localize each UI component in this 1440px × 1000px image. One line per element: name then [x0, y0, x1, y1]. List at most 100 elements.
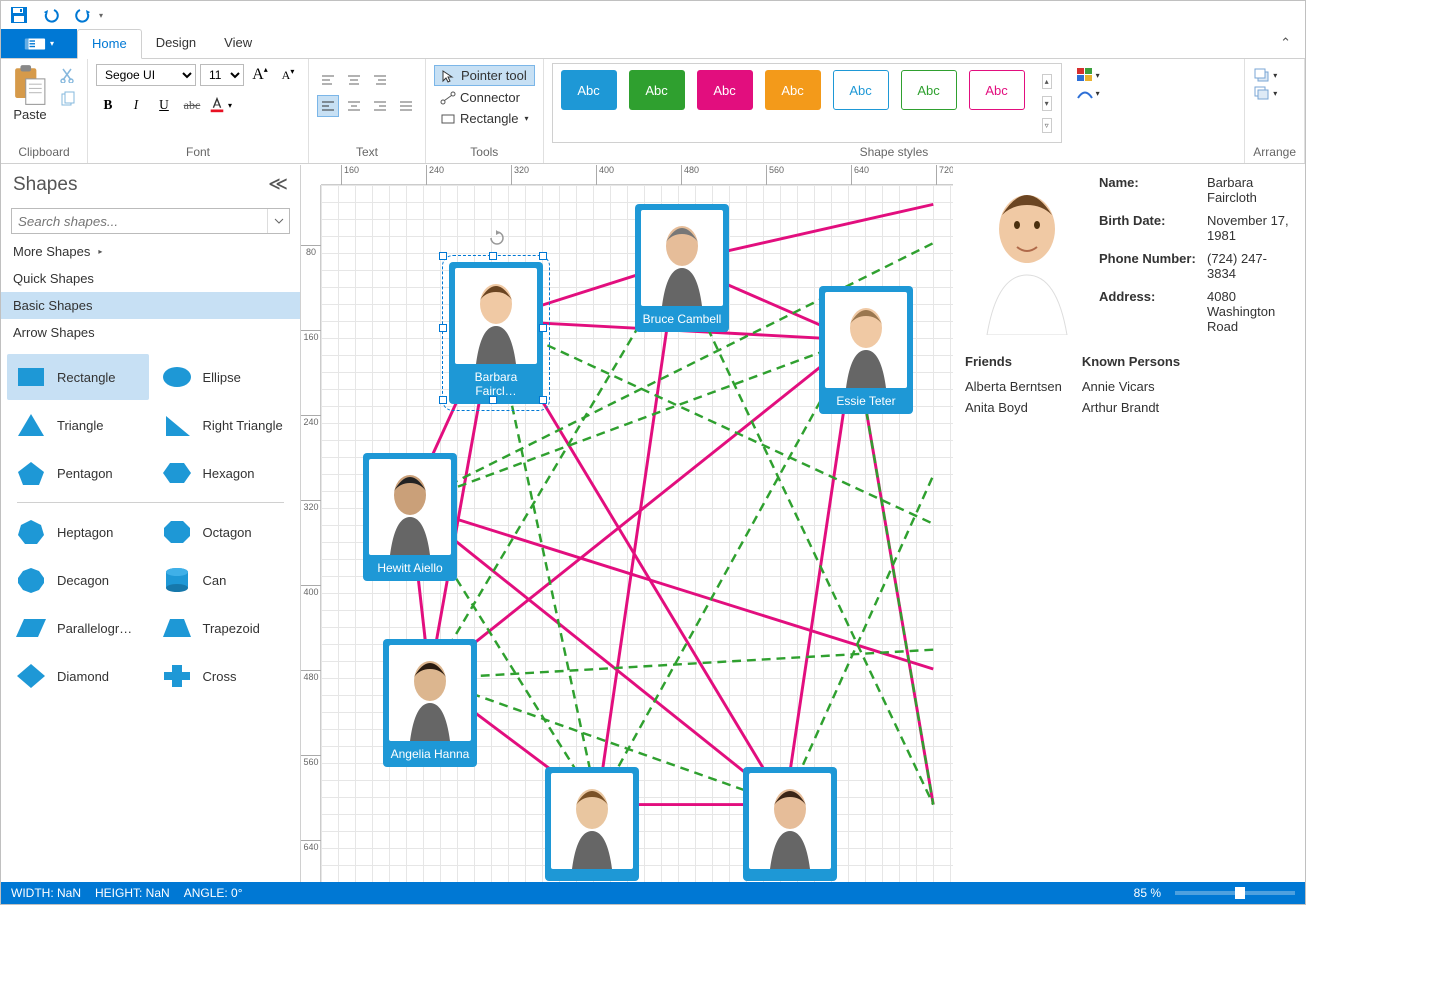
- shapes-search-dropdown[interactable]: [267, 209, 289, 233]
- paste-label: Paste: [13, 107, 46, 122]
- shapes-search-input[interactable]: [12, 209, 267, 233]
- gallery-more-button[interactable]: ▿: [1042, 118, 1052, 133]
- style-swatch-outline-green[interactable]: Abc: [901, 70, 957, 110]
- align-top-center-button[interactable]: [343, 69, 365, 91]
- paste-button[interactable]: Paste: [9, 63, 51, 143]
- grow-font-button[interactable]: A▴: [248, 63, 272, 87]
- align-left-button[interactable]: [317, 95, 339, 117]
- person-card[interactable]: Bruce Cambell: [635, 204, 729, 332]
- style-swatch-outline-magenta[interactable]: Abc: [969, 70, 1025, 110]
- group-text: Text: [309, 59, 426, 163]
- align-top-left-button[interactable]: [317, 69, 339, 91]
- align-center-button[interactable]: [343, 95, 365, 117]
- shape-item-cross[interactable]: Cross: [153, 653, 295, 699]
- font-size-select[interactable]: 11: [200, 64, 244, 86]
- style-swatch-outline-blue[interactable]: Abc: [833, 70, 889, 110]
- shape-item-right-triangle[interactable]: Right Triangle: [153, 402, 295, 448]
- group-label-arrange: Arrange: [1253, 143, 1296, 161]
- shape-item-pentagon[interactable]: Pentagon: [7, 450, 149, 496]
- person-card[interactable]: [545, 767, 639, 881]
- shape-item-trapezoid[interactable]: Trapezoid: [153, 605, 295, 651]
- zoom-slider[interactable]: [1175, 891, 1295, 895]
- shape-item-rectangle[interactable]: Rectangle: [7, 354, 149, 400]
- rectangle-dropdown-icon: ▾: [525, 114, 529, 123]
- friend-item: Alberta Berntsen: [965, 377, 1062, 398]
- pointer-tool-button[interactable]: Pointer tool: [434, 65, 535, 86]
- shape-item-octagon[interactable]: Octagon: [153, 509, 295, 555]
- friend-item: Anita Boyd: [965, 398, 1062, 419]
- person-card[interactable]: Essie Teter: [819, 286, 913, 414]
- fill-color-button[interactable]: ▾: [1076, 67, 1100, 83]
- status-bar: WIDTH: NaN HEIGHT: NaN ANGLE: 0° 85 %: [1, 882, 1305, 904]
- shape-item-triangle[interactable]: Triangle: [7, 402, 149, 448]
- shapes-title: Shapes: [13, 174, 77, 196]
- shrink-font-button[interactable]: A▾: [276, 63, 300, 87]
- group-shape-styles: Abc Abc Abc Abc Abc Abc Abc ▴ ▾ ▿ ▾ ▾ Sh…: [544, 59, 1246, 163]
- strikethrough-button[interactable]: abc: [180, 93, 204, 117]
- shape-item-parallelogr-[interactable]: Parallelogr…: [7, 605, 149, 651]
- style-swatch-magenta[interactable]: Abc: [697, 70, 753, 110]
- align-justify-button[interactable]: [395, 95, 417, 117]
- group-label-text: Text: [317, 143, 417, 161]
- rectangle-tool-button[interactable]: Rectangle ▾: [434, 109, 535, 128]
- shape-category-quick-shapes[interactable]: Quick Shapes: [1, 265, 300, 292]
- gallery-up-button[interactable]: ▴: [1042, 74, 1052, 89]
- connector-tool-button[interactable]: Connector: [434, 88, 535, 107]
- rectangle-tool-label: Rectangle: [460, 111, 519, 126]
- shape-category-arrow-shapes[interactable]: Arrow Shapes: [1, 319, 300, 346]
- pointer-tool-label: Pointer tool: [461, 68, 527, 83]
- underline-button[interactable]: U: [152, 93, 176, 117]
- status-angle: ANGLE: 0°: [184, 886, 243, 900]
- qat-customize-dropdown[interactable]: ▾: [99, 11, 103, 20]
- group-label-shape-styles: Shape styles: [552, 143, 1237, 161]
- details-photo: [965, 175, 1089, 335]
- undo-button[interactable]: [41, 5, 61, 25]
- shape-category-more-shapes[interactable]: More Shapes▸: [1, 238, 300, 265]
- shape-item-diamond[interactable]: Diamond: [7, 653, 149, 699]
- main-area: Shapes ≪ More Shapes▸Quick ShapesBasic S…: [1, 165, 1305, 882]
- group-arrange: ▾ ▾ Arrange: [1245, 59, 1305, 163]
- cut-button[interactable]: [57, 65, 79, 85]
- shape-item-decagon[interactable]: Decagon: [7, 557, 149, 603]
- bring-front-button[interactable]: ▾: [1253, 67, 1296, 83]
- group-tools: Pointer tool Connector Rectangle ▾ Tools: [426, 59, 544, 163]
- shape-category-basic-shapes[interactable]: Basic Shapes: [1, 292, 300, 319]
- font-color-button[interactable]: ▾: [208, 93, 232, 117]
- align-right-button[interactable]: [369, 95, 391, 117]
- italic-button[interactable]: I: [124, 93, 148, 117]
- gallery-down-button[interactable]: ▾: [1042, 96, 1052, 111]
- redo-button[interactable]: [73, 5, 93, 25]
- style-swatch-green[interactable]: Abc: [629, 70, 685, 110]
- send-back-button[interactable]: ▾: [1253, 85, 1296, 101]
- shape-item-ellipse[interactable]: Ellipse: [153, 354, 295, 400]
- save-button[interactable]: [9, 5, 29, 25]
- shape-item-heptagon[interactable]: Heptagon: [7, 509, 149, 555]
- bold-button[interactable]: B: [96, 93, 120, 117]
- known-item: Arthur Brandt: [1082, 398, 1180, 419]
- font-name-select[interactable]: Segoe UI: [96, 64, 196, 86]
- tab-design[interactable]: Design: [142, 29, 210, 58]
- person-card[interactable]: Angelia Hanna: [383, 639, 477, 767]
- ribbon-collapse-button[interactable]: ⌃: [1266, 29, 1305, 58]
- copy-button[interactable]: [57, 89, 79, 109]
- person-card[interactable]: Hewitt Aiello: [363, 453, 457, 581]
- align-top-right-button[interactable]: [369, 69, 391, 91]
- known-heading: Known Persons: [1082, 352, 1180, 373]
- known-item: Annie Vicars: [1082, 377, 1180, 398]
- shape-item-can[interactable]: Can: [153, 557, 295, 603]
- canvas[interactable]: Barbara Faircl… Bruce Cambell Essie Teter H…: [321, 185, 953, 882]
- style-swatch-blue[interactable]: Abc: [561, 70, 617, 110]
- style-swatch-orange[interactable]: Abc: [765, 70, 821, 110]
- connector-tool-label: Connector: [460, 90, 520, 105]
- tab-view[interactable]: View: [210, 29, 266, 58]
- person-card[interactable]: Barbara Faircl…: [449, 262, 543, 404]
- group-font: Segoe UI 11 A▴ A▾ B I U abc ▾ Font: [88, 59, 309, 163]
- line-color-button[interactable]: ▾: [1076, 85, 1100, 101]
- app-button[interactable]: ▾: [1, 29, 77, 58]
- tab-home[interactable]: Home: [77, 29, 142, 59]
- person-card[interactable]: [743, 767, 837, 881]
- group-label-tools: Tools: [434, 143, 535, 161]
- shape-item-hexagon[interactable]: Hexagon: [153, 450, 295, 496]
- ruler-vertical: 80160240320400480560640: [301, 185, 321, 882]
- shapes-collapse-button[interactable]: ≪: [268, 173, 288, 196]
